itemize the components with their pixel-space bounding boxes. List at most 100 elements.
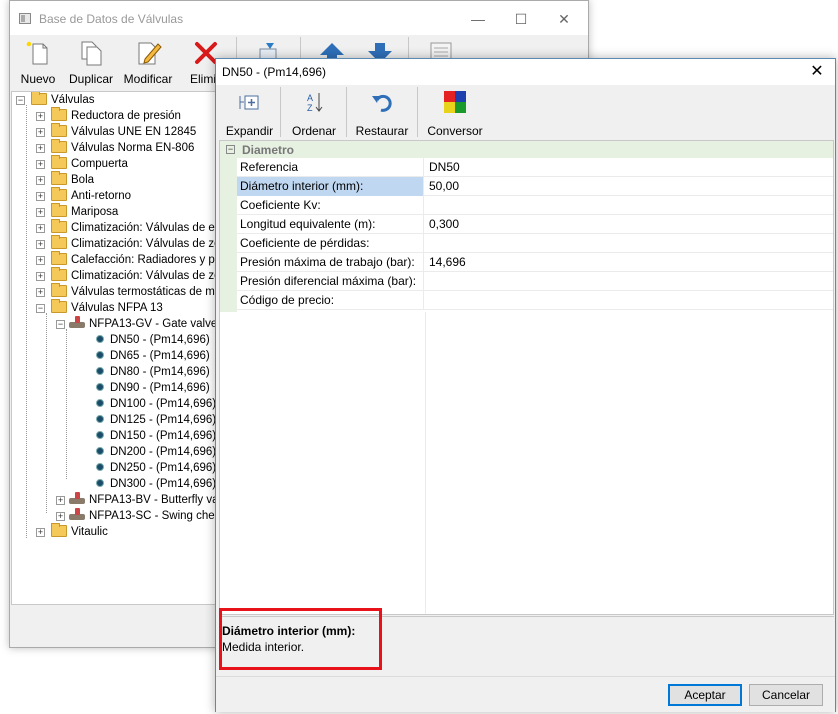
- nuevo-button[interactable]: Nuevo: [10, 35, 66, 91]
- property-row[interactable]: Diámetro interior (mm): 50,00: [237, 177, 833, 196]
- expand-icon[interactable]: +: [36, 288, 45, 297]
- category-header[interactable]: − Diametro: [220, 141, 833, 158]
- maximize-button[interactable]: ☐: [506, 9, 536, 29]
- close-button[interactable]: ✕: [549, 9, 579, 29]
- tree-item-vitaulic[interactable]: + Vitaulic: [36, 523, 108, 540]
- property-value[interactable]: DN50: [425, 158, 460, 177]
- duplicar-button[interactable]: Duplicar: [63, 35, 119, 91]
- property-row[interactable]: Coeficiente Kv:: [237, 196, 833, 215]
- tree-item[interactable]: + Climatización: Válvulas de zon: [36, 267, 227, 284]
- tree-item-nfpa[interactable]: − NFPA13-GV - Gate valve N: [56, 316, 229, 332]
- expand-icon[interactable]: +: [36, 128, 45, 137]
- property-value[interactable]: 14,696: [425, 253, 466, 272]
- property-grid[interactable]: − Diametro Referencia DN50 Diámetro interi…: [219, 140, 834, 615]
- tree-item[interactable]: + Bola: [36, 171, 95, 188]
- tree-item[interactable]: + Climatización: Válvulas de zon: [36, 235, 227, 252]
- property-value[interactable]: [425, 196, 429, 215]
- property-row[interactable]: Longitud equivalente (m): 0,300: [237, 215, 833, 234]
- property-name[interactable]: Código de precio:: [237, 291, 424, 310]
- property-name[interactable]: Coeficiente Kv:: [237, 196, 424, 215]
- tree-root[interactable]: − Válvulas: [16, 92, 94, 108]
- expand-icon[interactable]: +: [36, 256, 45, 265]
- property-row[interactable]: Presión diferencial máxima (bar):: [237, 272, 833, 291]
- tree-item[interactable]: + Válvulas UNE EN 12845: [36, 123, 196, 140]
- minimize-button[interactable]: —: [463, 9, 493, 29]
- tree-item-dn[interactable]: DN50 - (Pm14,696): [96, 332, 210, 348]
- expand-icon[interactable]: +: [36, 160, 45, 169]
- dialog-toolbar: Expandir A Z Ordenar Restaurar Conversor: [216, 85, 835, 140]
- collapse-icon[interactable]: −: [16, 96, 25, 105]
- tree-item[interactable]: + Anti-retorno: [36, 187, 131, 204]
- tree-label: DN300 - (Pm14,696): [110, 478, 217, 490]
- tree-item-nfpa[interactable]: + NFPA13-SC - Swing check: [56, 508, 226, 524]
- tree-label: DN65 - (Pm14,696): [110, 350, 210, 362]
- tree-item-nfpa[interactable]: + NFPA13-BV - Butterfly val: [56, 492, 221, 508]
- property-row[interactable]: Código de precio:: [237, 291, 833, 310]
- tree-item[interactable]: + Reductora de presión: [36, 107, 181, 124]
- property-row[interactable]: Referencia DN50: [237, 158, 833, 177]
- tree-item[interactable]: + Válvulas Norma EN-806: [36, 139, 194, 156]
- property-value[interactable]: 50,00: [425, 177, 459, 196]
- expand-icon[interactable]: +: [36, 240, 45, 249]
- tree-item[interactable]: + Calefacción: Radiadores y par: [36, 251, 225, 268]
- tree-item-dn[interactable]: DN65 - (Pm14,696): [96, 348, 210, 364]
- tree-item-dn[interactable]: DN125 - (Pm14,696): [96, 412, 216, 428]
- expand-icon[interactable]: +: [56, 496, 65, 505]
- valve-size-icon: [96, 335, 104, 343]
- duplicar-label: Duplicar: [68, 72, 113, 86]
- tree-label: DN250 - (Pm14,696): [110, 462, 217, 474]
- tree-item-dn[interactable]: DN80 - (Pm14,696): [96, 364, 210, 380]
- collapse-icon[interactable]: −: [56, 320, 65, 329]
- svg-text:Z: Z: [307, 103, 313, 113]
- property-value[interactable]: [425, 291, 429, 310]
- tree-label: NFPA13-GV - Gate valve N: [89, 318, 229, 330]
- restaurar-button[interactable]: Restaurar: [352, 85, 412, 141]
- expand-icon[interactable]: +: [36, 144, 45, 153]
- tree-item[interactable]: − Válvulas NFPA 13: [36, 299, 163, 316]
- tree-label: Reductora de presión: [71, 110, 181, 122]
- tree-item-dn[interactable]: DN100 - (Pm14,696): [96, 396, 216, 412]
- expand-icon[interactable]: +: [36, 192, 45, 201]
- tree-item[interactable]: + Climatización: Válvulas de equ: [36, 219, 228, 236]
- property-row[interactable]: Coeficiente de pérdidas:: [237, 234, 833, 253]
- tree-item-dn[interactable]: DN300 - (Pm14,696): [96, 476, 216, 492]
- collapse-icon[interactable]: −: [36, 304, 45, 313]
- property-name[interactable]: Longitud equivalente (m):: [237, 215, 424, 234]
- tree-label: Bola: [71, 174, 95, 186]
- tree-item-dn[interactable]: DN150 - (Pm14,696): [96, 428, 216, 444]
- property-row[interactable]: Presión máxima de trabajo (bar): 14,696: [237, 253, 833, 272]
- collapse-icon[interactable]: −: [226, 145, 235, 154]
- expand-icon[interactable]: +: [36, 112, 45, 121]
- app-icon: [19, 13, 31, 24]
- expand-icon[interactable]: +: [36, 224, 45, 233]
- cancel-button[interactable]: Cancelar: [749, 684, 823, 706]
- property-value[interactable]: [425, 272, 429, 291]
- property-name[interactable]: Coeficiente de pérdidas:: [237, 234, 424, 253]
- valve-size-icon: [96, 431, 104, 439]
- property-name[interactable]: Diámetro interior (mm):: [237, 177, 424, 196]
- expandir-label: Expandir: [225, 124, 274, 138]
- expand-icon[interactable]: +: [36, 528, 45, 537]
- tree-item[interactable]: + Compuerta: [36, 155, 128, 172]
- expand-icon[interactable]: +: [36, 208, 45, 217]
- tree-item-dn[interactable]: DN200 - (Pm14,696): [96, 444, 216, 460]
- expandir-button[interactable]: Expandir: [222, 85, 277, 141]
- ordenar-button[interactable]: A Z Ordenar: [286, 85, 342, 141]
- expand-icon[interactable]: +: [36, 176, 45, 185]
- property-value[interactable]: 0,300: [425, 215, 459, 234]
- property-name[interactable]: Presión diferencial máxima (bar):: [237, 272, 424, 291]
- expand-icon[interactable]: +: [56, 512, 65, 521]
- accept-button[interactable]: Aceptar: [668, 684, 742, 706]
- svg-text:A: A: [307, 93, 313, 103]
- conversor-button[interactable]: Conversor: [426, 85, 484, 141]
- property-value[interactable]: [425, 234, 429, 253]
- tree-item-dn[interactable]: DN90 - (Pm14,696): [96, 380, 210, 396]
- property-name[interactable]: Presión máxima de trabajo (bar):: [237, 253, 424, 272]
- tree-item-dn[interactable]: DN250 - (Pm14,696): [96, 460, 216, 476]
- tree-item[interactable]: + Mariposa: [36, 203, 118, 220]
- modificar-button[interactable]: Modificar: [120, 35, 176, 91]
- dialog-close-button[interactable]: ✕: [807, 61, 827, 81]
- tree-item[interactable]: + Válvulas termostáticas de mez: [36, 283, 227, 300]
- expand-icon[interactable]: +: [36, 272, 45, 281]
- property-name[interactable]: Referencia: [237, 158, 424, 177]
